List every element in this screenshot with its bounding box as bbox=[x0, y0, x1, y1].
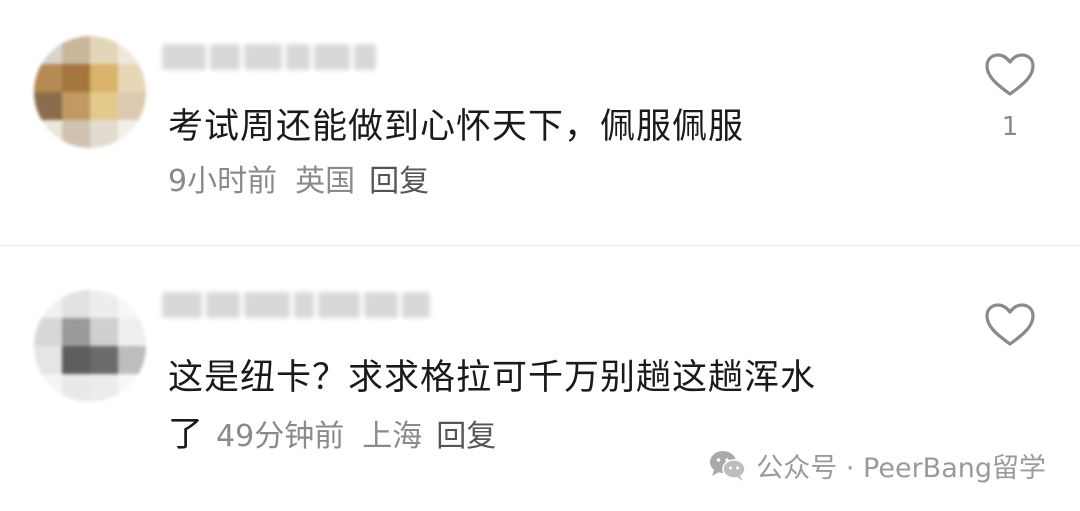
avatar[interactable] bbox=[34, 36, 146, 148]
like-button[interactable]: 1 bbox=[980, 52, 1040, 142]
comment-time: 49分钟前 bbox=[216, 419, 345, 454]
username-blurred[interactable] bbox=[162, 44, 376, 74]
comment-time: 9小时前 bbox=[168, 164, 278, 199]
reply-button[interactable]: 回复 bbox=[369, 156, 429, 200]
watermark: 公众号 · PeerBang留学 bbox=[708, 446, 1046, 485]
like-count: 1 bbox=[1001, 112, 1019, 142]
comment-text: 考试周还能做到心怀天下，佩服佩服 bbox=[168, 107, 745, 147]
heart-outline-icon bbox=[985, 53, 1035, 96]
comment-list: 考试周还能做到心怀天下，佩服佩服 9小时前 英国 回复 1 这是纽卡？求求格拉可… bbox=[0, 0, 1080, 511]
watermark-text: 公众号 · PeerBang留学 bbox=[756, 453, 1046, 484]
reply-button[interactable]: 回复 bbox=[436, 411, 496, 455]
username-blurred[interactable] bbox=[162, 292, 430, 322]
avatar[interactable] bbox=[34, 290, 146, 402]
comment-location: 英国 bbox=[295, 164, 356, 199]
comment-meta: 了 49分钟前 上海 回复 bbox=[168, 406, 496, 457]
comment-item: 考试周还能做到心怀天下，佩服佩服 9小时前 英国 回复 1 bbox=[0, 0, 1080, 245]
wechat-icon bbox=[710, 450, 747, 481]
comment-location: 上海 bbox=[362, 419, 423, 454]
comment-text: 这是纽卡？求求格拉可千万别趟这趟浑水 bbox=[168, 358, 817, 398]
heart-outline-icon bbox=[985, 303, 1035, 346]
like-button[interactable] bbox=[980, 302, 1040, 362]
comment-meta: 9小时前 英国 回复 bbox=[168, 156, 429, 200]
comment-text-continued: 了 bbox=[168, 415, 205, 455]
